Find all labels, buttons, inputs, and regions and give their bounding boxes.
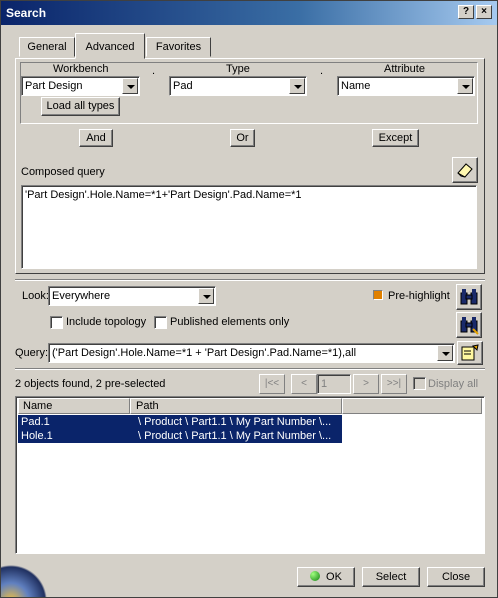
chevron-down-icon[interactable] xyxy=(457,78,473,94)
type-select[interactable]: Pad xyxy=(169,76,307,96)
or-button[interactable]: Or xyxy=(230,129,255,147)
include-topology-label: Include topology xyxy=(66,316,147,328)
first-page-button[interactable]: |<< xyxy=(259,374,285,394)
column-header-filler xyxy=(342,398,482,414)
help-icon: ? xyxy=(462,6,470,17)
separator-dot: . xyxy=(152,65,156,77)
add-favorite-button[interactable] xyxy=(457,341,483,365)
published-only-checkbox[interactable] xyxy=(154,316,167,329)
title-bar: Search xyxy=(1,1,497,25)
chevron-down-icon[interactable] xyxy=(437,345,453,361)
query-label: Query: xyxy=(15,347,49,359)
results-status: 2 objects found, 2 pre-selected xyxy=(15,378,166,390)
published-only-label: Published elements only xyxy=(170,316,290,328)
include-topology-checkbox[interactable] xyxy=(50,316,63,329)
close-icon: × xyxy=(481,6,487,17)
ok-button[interactable]: OK xyxy=(297,567,355,587)
ok-icon xyxy=(310,571,321,581)
separator xyxy=(15,368,485,370)
logo-decoration xyxy=(1,561,61,597)
row-path: \ Product \ Part1.1 \ My Part Number \..… xyxy=(138,416,332,428)
select-button[interactable]: Select xyxy=(362,567,420,587)
type-value: Pad xyxy=(173,80,193,92)
query-value: ('Part Design'.Hole.Name=*1 + 'Part Desi… xyxy=(52,347,357,359)
separator xyxy=(15,279,485,281)
page-number-field[interactable]: 1 xyxy=(317,374,351,394)
close-button[interactable]: Close xyxy=(427,567,485,587)
workbench-select[interactable]: Part Design xyxy=(21,76,140,96)
chevron-down-icon[interactable] xyxy=(198,288,214,304)
prev-page-button[interactable]: < xyxy=(291,374,317,394)
row-name: Pad.1 xyxy=(21,416,50,428)
search-dialog: Search ? × General Advanced Favorites Wo… xyxy=(0,0,498,598)
except-button[interactable]: Except xyxy=(372,129,419,147)
last-page-button[interactable]: >>| xyxy=(381,374,407,394)
row-path: \ Product \ Part1.1 \ My Part Number \..… xyxy=(138,430,332,442)
composed-query-textarea[interactable]: 'Part Design'.Hole.Name=*1+'Part Design'… xyxy=(21,185,477,269)
load-all-types-button[interactable]: Load all types xyxy=(41,97,120,116)
look-value: Everywhere xyxy=(52,290,111,302)
composed-query-label: Composed query xyxy=(21,166,105,178)
display-all-checkbox[interactable] xyxy=(413,377,426,390)
tab-advanced[interactable]: Advanced xyxy=(75,33,145,59)
composed-query-text: 'Part Design'.Hole.Name=*1+'Part Design'… xyxy=(25,189,302,201)
clear-query-button[interactable] xyxy=(452,157,478,183)
row-name: Hole.1 xyxy=(21,430,53,442)
select-search-button[interactable] xyxy=(456,312,482,338)
tab-general-label: General xyxy=(27,41,67,53)
window-title: Search xyxy=(6,6,47,20)
tab-favorites-label: Favorites xyxy=(155,41,202,53)
type-label: Type xyxy=(226,63,250,75)
workbench-label: Workbench xyxy=(53,63,109,75)
help-button[interactable]: ? xyxy=(458,5,474,19)
look-label: Look: xyxy=(22,290,49,302)
workbench-value: Part Design xyxy=(25,80,83,92)
next-page-button[interactable]: > xyxy=(353,374,379,394)
pre-highlight-label: Pre-highlight xyxy=(388,290,450,302)
column-header-name[interactable]: Name xyxy=(18,398,130,414)
search-button[interactable] xyxy=(456,284,482,310)
table-row[interactable]: Pad.1 \ Product \ Part1.1 \ My Part Numb… xyxy=(18,415,342,429)
chevron-down-icon[interactable] xyxy=(289,78,305,94)
table-row[interactable]: Hole.1 \ Product \ Part1.1 \ My Part Num… xyxy=(18,429,342,443)
ok-label: OK xyxy=(326,571,342,583)
attribute-label: Attribute xyxy=(384,63,425,75)
and-button[interactable]: And xyxy=(79,129,113,147)
chevron-down-icon[interactable] xyxy=(122,78,138,94)
tab-favorites[interactable]: Favorites xyxy=(146,37,211,57)
tab-general[interactable]: General xyxy=(19,37,75,57)
pre-highlight-checkbox[interactable] xyxy=(373,290,383,300)
binoculars-selected-icon xyxy=(460,317,479,335)
display-all-label: Display all xyxy=(428,378,479,390)
binoculars-icon xyxy=(460,289,478,305)
close-window-button[interactable]: × xyxy=(476,5,492,19)
separator-dot: . xyxy=(320,65,324,77)
attribute-select[interactable]: Name xyxy=(337,76,475,96)
column-header-path[interactable]: Path xyxy=(130,398,342,414)
eraser-icon xyxy=(457,163,473,178)
look-select[interactable]: Everywhere xyxy=(48,286,216,306)
tab-advanced-label: Advanced xyxy=(85,41,135,53)
query-select[interactable]: ('Part Design'.Hole.Name=*1 + 'Part Desi… xyxy=(48,343,455,363)
attribute-value: Name xyxy=(341,80,371,92)
edit-favorite-icon xyxy=(461,344,479,361)
results-list[interactable]: Name Path Pad.1 \ Product \ Part1.1 \ My… xyxy=(15,396,485,554)
